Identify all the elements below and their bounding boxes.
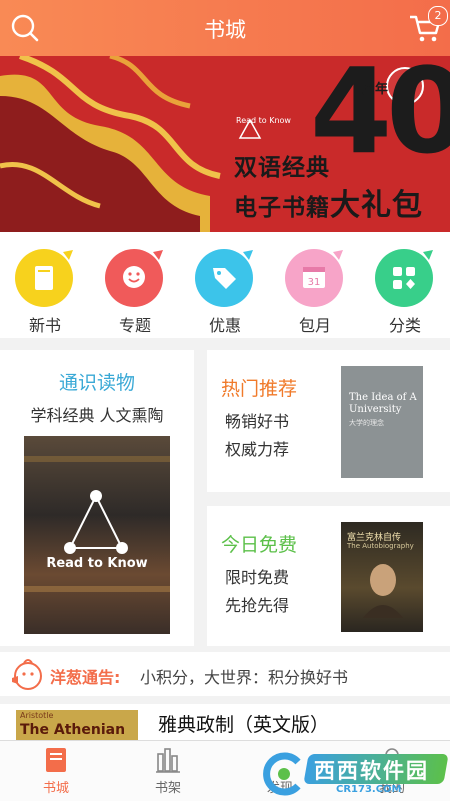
cover-text: Read to Know — [46, 556, 148, 571]
category-label: 包月 — [298, 316, 331, 335]
smile-icon — [105, 249, 163, 307]
card-title: 热门推荐 — [221, 378, 298, 400]
card-line: 先抢先得 — [225, 596, 290, 615]
page-title: 书城 — [204, 18, 246, 42]
card-line: 权威力荐 — [225, 440, 290, 459]
cover-title: The Athenian — [20, 722, 126, 738]
card-line: 畅销好书 — [225, 412, 290, 431]
category-label: 新书 — [28, 316, 61, 335]
top-bar: 书城 2 — [0, 0, 450, 56]
watermark-sub: CR173.COM — [336, 784, 402, 795]
book-list-item[interactable]: Aristotle The Athenian 雅典政制（英文版） — [0, 704, 450, 744]
promo-banner[interactable]: 40 周年 Read to Know 双语经典 电子书籍大礼包 — [0, 56, 450, 232]
category-label: 专题 — [118, 316, 151, 335]
banner-anniversary-suffix: 周年 — [362, 82, 389, 97]
category-row: 新书 专题 优惠 31 包月 分类 — [0, 232, 450, 338]
book-title: 雅典政制（英文版） — [158, 714, 330, 736]
card-title: 今日免费 — [221, 534, 298, 556]
cover-subtitle: 大学的理念 — [349, 419, 384, 427]
banner-brand: Read to Know — [236, 116, 291, 125]
general-reading-card[interactable]: 通识读物 学科经典 人文熏陶 Read to Know — [0, 350, 194, 646]
cover-artwork — [24, 456, 170, 592]
hot-book-cover: The Idea of A University 大学的理念 — [341, 366, 423, 478]
notice-label: 洋葱通告: — [50, 668, 121, 687]
category-topics[interactable]: 专题 — [90, 232, 180, 338]
svg-text:31: 31 — [308, 277, 321, 288]
portrait-image — [363, 564, 403, 618]
calendar-icon: 31 — [285, 249, 343, 307]
grid-icon — [375, 249, 433, 307]
notice-bar[interactable]: 洋葱通告: 小积分，大世界：积分换好书 — [0, 652, 450, 696]
category-discounts[interactable]: 优惠 — [180, 232, 270, 338]
nav-label: 书城 — [42, 781, 69, 796]
general-reading-cover: Read to Know — [24, 436, 170, 634]
nav-bookshelf[interactable]: 书架 — [112, 741, 224, 801]
nav-bookstore[interactable]: 书城 — [0, 741, 112, 801]
cover-author: Aristotle — [20, 711, 54, 720]
hot-recommend-card[interactable]: 热门推荐 畅销好书 权威力荐 The Idea of A University … — [207, 350, 450, 492]
book-cover: Aristotle The Athenian — [16, 710, 138, 744]
watermark-text: 西西软件园 — [314, 759, 429, 783]
banner-headline-2b: 大礼包 — [330, 188, 423, 223]
banner-headline-2: 电子书籍大礼包 — [234, 180, 423, 224]
category-monthly[interactable]: 31 包月 — [270, 232, 360, 338]
card-subtitle: 学科经典 人文熏陶 — [30, 406, 164, 425]
book-icon — [15, 249, 73, 307]
banner-headline-1: 双语经典 — [234, 155, 330, 181]
category-label: 优惠 — [208, 316, 241, 335]
tag-icon — [195, 249, 253, 307]
banner-headline-2a: 电子书籍 — [234, 195, 330, 221]
bookshelf-icon — [156, 748, 180, 773]
site-watermark: 西西软件园 CR173.COM — [258, 748, 450, 800]
onion-mascot-icon — [12, 659, 42, 690]
card-line: 限时免费 — [225, 568, 290, 587]
today-free-card[interactable]: 今日免费 限时免费 先抢先得 富兰克林自传 The Autobiography — [207, 506, 450, 646]
card-title: 通识读物 — [58, 372, 135, 394]
banner-anniversary-number: 40 — [310, 56, 450, 180]
cover-title: The Idea of A University — [349, 392, 417, 415]
category-classify[interactable]: 分类 — [360, 232, 450, 338]
category-new-books[interactable]: 新书 — [0, 232, 90, 338]
bookstore-icon — [46, 748, 66, 772]
free-book-cover: 富兰克林自传 The Autobiography — [341, 522, 423, 632]
cart-badge: 2 — [428, 6, 448, 26]
nav-label: 书架 — [154, 781, 181, 796]
notice-text: 小积分，大世界：积分换好书 — [140, 668, 349, 687]
category-label: 分类 — [388, 316, 421, 335]
cover-title: The Autobiography — [347, 542, 414, 550]
watermark-logo-icon — [263, 752, 301, 796]
